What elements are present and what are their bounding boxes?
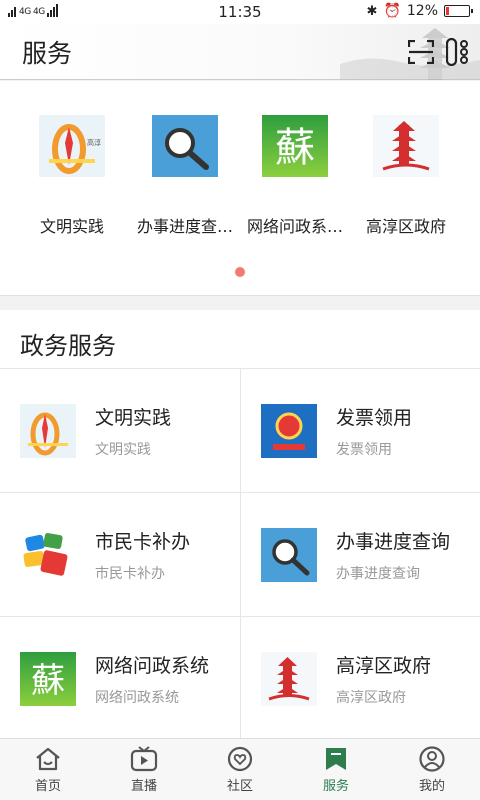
banner-item-civilization[interactable]: 高淳 文明实践 bbox=[12, 115, 132, 237]
service-title: 市民卡补办 bbox=[95, 531, 191, 553]
pagoda-seal-icon bbox=[373, 115, 439, 177]
banner-item-label: 办事进度查… bbox=[136, 217, 233, 236]
tab-label: 社区 bbox=[226, 779, 253, 794]
banner-item-label: 文明实践 bbox=[39, 217, 104, 236]
app-header: 服务 bbox=[0, 24, 480, 80]
service-subtitle: 高淳区政府 bbox=[336, 690, 406, 706]
citizen-card-icon bbox=[23, 533, 68, 576]
service-item-gov[interactable]: 高淳区政府 高淳区政府 bbox=[240, 616, 480, 740]
banner-item-gov[interactable]: 高淳区政府 bbox=[346, 115, 466, 237]
quick-access-banner: 高淳 文明实践 办事进度查… 蘇 网络问政系… 高淳区政府 bbox=[0, 81, 480, 296]
bookmark-icon bbox=[326, 748, 346, 770]
magnifier-icon bbox=[261, 528, 317, 582]
svg-text:高淳: 高淳 bbox=[87, 138, 101, 147]
service-item-civilization[interactable]: 文明实践 文明实践 bbox=[0, 368, 240, 492]
status-bar: 4G 4G 11:35 ✱ ⏰ 12% bbox=[0, 0, 480, 24]
service-title: 办事进度查询 bbox=[336, 531, 451, 553]
user-icon bbox=[419, 746, 445, 772]
tab-services[interactable]: 服务 bbox=[288, 739, 384, 800]
heart-bubble-icon bbox=[227, 746, 253, 772]
su-character-icon: 蘇 bbox=[262, 115, 328, 177]
svg-text:蘇: 蘇 bbox=[275, 125, 315, 171]
battery-fill bbox=[446, 7, 449, 15]
tab-live[interactable]: 直播 bbox=[96, 739, 192, 800]
pagoda-seal-icon bbox=[261, 652, 317, 706]
tab-label: 直播 bbox=[130, 779, 157, 794]
banner-item-label: 网络问政系… bbox=[246, 217, 343, 236]
su-character-icon: 蘇 bbox=[20, 652, 76, 706]
tax-emblem-icon bbox=[261, 404, 317, 458]
service-subtitle: 发票领用 bbox=[336, 442, 392, 458]
battery-icon bbox=[444, 5, 473, 17]
banner-item-progress[interactable]: 办事进度查… bbox=[125, 115, 245, 237]
scan-button[interactable] bbox=[408, 40, 434, 64]
service-item-progress[interactable]: 办事进度查询 办事进度查询 bbox=[240, 492, 480, 616]
tab-mine[interactable]: 我的 bbox=[384, 739, 480, 800]
banner-item-wenzheng[interactable]: 蘇 网络问政系… bbox=[235, 115, 355, 237]
tab-community[interactable]: 社区 bbox=[192, 739, 288, 800]
page-title: 服务 bbox=[22, 39, 73, 68]
bottom-tab-bar: 首页 直播 社区 服务 我的 bbox=[0, 738, 480, 800]
service-subtitle: 网络问政系统 bbox=[95, 690, 179, 706]
home-icon bbox=[36, 747, 60, 771]
magnifier-icon bbox=[152, 115, 218, 177]
tv-play-icon bbox=[130, 746, 158, 772]
bluetooth-icon: ✱ bbox=[366, 3, 378, 19]
tab-label: 服务 bbox=[322, 779, 349, 794]
service-item-citizen-card[interactable]: 市民卡补办 市民卡补办 bbox=[0, 492, 240, 616]
service-title: 发票领用 bbox=[336, 407, 413, 429]
service-subtitle: 文明实践 bbox=[95, 442, 151, 458]
service-title: 文明实践 bbox=[95, 407, 172, 429]
tab-label: 我的 bbox=[418, 779, 445, 794]
civilization-logo-icon bbox=[20, 404, 76, 458]
more-menu-button[interactable] bbox=[446, 38, 470, 66]
alarm-icon: ⏰ bbox=[383, 3, 401, 19]
service-item-invoice[interactable]: 发票领用 发票领用 bbox=[240, 368, 480, 492]
service-title: 高淳区政府 bbox=[336, 655, 432, 677]
battery-percent: 12% bbox=[406, 3, 438, 19]
service-title: 网络问政系统 bbox=[95, 655, 210, 677]
civilization-logo-icon: 高淳 bbox=[39, 115, 105, 177]
gov-services-section: 政务服务 文明实践 文明实践 发票领用 发票领用 市民卡补办 市民卡补办 办事进… bbox=[0, 310, 480, 740]
page-indicator-dot bbox=[235, 267, 245, 277]
section-title: 政务服务 bbox=[20, 332, 116, 360]
tab-home[interactable]: 首页 bbox=[0, 739, 96, 800]
svg-text:蘇: 蘇 bbox=[31, 661, 65, 701]
tab-label: 首页 bbox=[34, 779, 61, 794]
service-item-wenzheng[interactable]: 蘇 网络问政系统 网络问政系统 bbox=[0, 616, 240, 740]
service-subtitle: 办事进度查询 bbox=[336, 566, 420, 582]
banner-item-label: 高淳区政府 bbox=[365, 217, 446, 236]
service-subtitle: 市民卡补办 bbox=[95, 566, 165, 582]
